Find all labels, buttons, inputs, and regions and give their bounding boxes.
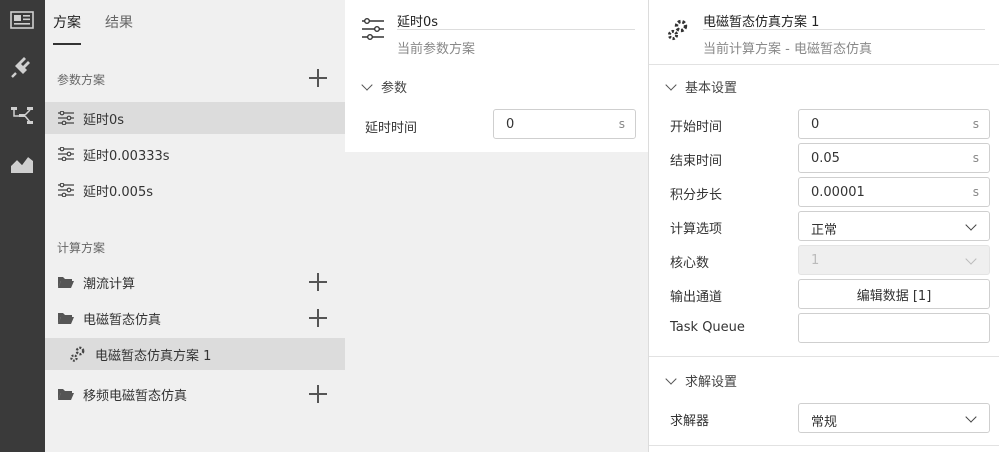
solve-settings-title: 求解设置 — [685, 375, 738, 390]
add-param-icon[interactable] — [309, 69, 327, 87]
calc-scheme-subtitle: 当前计算方案 - 电磁暂态仿真 — [703, 42, 872, 57]
solver-value: 常规 — [811, 415, 838, 430]
calc-section-title: 计算方案 — [57, 241, 106, 255]
start-time-value: 0 — [811, 117, 820, 132]
solve-settings-toggle[interactable]: 求解设置 — [665, 371, 738, 390]
calc-item-label: 电磁暂态仿真方案 1 — [95, 348, 212, 364]
task-queue-label: Task Queue — [670, 320, 745, 335]
active-tab-indicator — [53, 43, 81, 45]
divider — [649, 445, 999, 446]
param-item-label: 延时0.00333s — [83, 148, 170, 164]
end-time-input[interactable]: 0.05 s — [798, 143, 990, 173]
chevron-down-icon — [965, 253, 977, 265]
calc-scheme-title[interactable]: 电磁暂态仿真方案 1 — [703, 11, 819, 30]
param-item-label: 延时0s — [83, 112, 125, 128]
diagram-icon[interactable] — [9, 105, 35, 127]
plug-icon[interactable] — [9, 57, 35, 79]
param-item-2[interactable]: 延时0.005s — [45, 174, 345, 206]
title-underline — [397, 29, 635, 30]
add-powerflow-icon[interactable] — [309, 273, 327, 291]
param-detail-panel: 延时0s 当前参数方案 参数 延时时间 0 s — [345, 0, 649, 452]
end-time-value: 0.05 — [811, 151, 840, 166]
scheme-panel: 方案 结果 参数方案 延时0s 延时0.00333s 延时0.005s 计算方案… — [45, 0, 345, 452]
calc-item-emt-scheme-1[interactable]: 电磁暂态仿真方案 1 — [45, 338, 345, 370]
basic-settings-title: 基本设置 — [685, 81, 738, 96]
task-queue-input[interactable] — [798, 313, 990, 343]
tab-scheme[interactable]: 方案 — [53, 12, 81, 32]
news-icon[interactable] — [9, 9, 35, 31]
calc-option-label: 计算选项 — [670, 222, 723, 237]
solver-select[interactable]: 常规 — [798, 403, 990, 433]
chevron-down-icon — [665, 78, 677, 91]
tab-bar: 方案 结果 — [45, 0, 345, 48]
folder-open-icon — [57, 274, 75, 290]
calc-item-emt[interactable]: 电磁暂态仿真 — [45, 302, 345, 334]
icon-rail — [0, 0, 45, 452]
delay-time-unit: s — [618, 117, 625, 131]
calc-item-powerflow[interactable]: 潮流计算 — [45, 266, 345, 298]
delay-time-value: 0 — [506, 117, 515, 132]
chevron-down-icon — [965, 411, 977, 423]
end-time-unit: s — [972, 151, 979, 165]
chevron-down-icon — [965, 219, 977, 231]
delay-time-input[interactable]: 0 s — [493, 109, 636, 139]
param-group-title: 参数 — [381, 81, 408, 96]
param-item-1[interactable]: 延时0.00333s — [45, 138, 345, 170]
cores-value: 1 — [811, 253, 820, 268]
step-size-unit: s — [972, 185, 979, 199]
chevron-down-icon — [361, 78, 373, 91]
sliders-icon — [57, 146, 75, 162]
folder-open-icon — [57, 386, 75, 402]
calc-item-freqshift-emt[interactable]: 移频电磁暂态仿真 — [45, 378, 345, 410]
sliders-icon — [57, 110, 75, 126]
title-underline — [703, 29, 985, 30]
output-channel-label: 输出通道 — [670, 290, 723, 305]
param-scheme-title[interactable]: 延时0s — [397, 11, 438, 30]
calc-option-select[interactable]: 正常 — [798, 211, 990, 241]
param-item-0[interactable]: 延时0s — [45, 102, 345, 134]
calc-detail-panel: 电磁暂态仿真方案 1 当前计算方案 - 电磁暂态仿真 基本设置 开始时间 0 s… — [649, 0, 999, 452]
chevron-down-icon — [665, 372, 677, 385]
calc-item-label: 潮流计算 — [83, 276, 136, 292]
divider — [649, 64, 999, 65]
param-group-toggle[interactable]: 参数 — [361, 77, 408, 96]
param-item-label: 延时0.005s — [83, 184, 153, 200]
cores-label: 核心数 — [670, 256, 710, 271]
end-time-label: 结束时间 — [670, 154, 723, 169]
calc-item-label: 移频电磁暂态仿真 — [83, 388, 188, 404]
gears-icon — [665, 17, 691, 43]
step-size-input[interactable]: 0.00001 s — [798, 177, 990, 207]
start-time-input[interactable]: 0 s — [798, 109, 990, 139]
param-section-title: 参数方案 — [57, 73, 106, 87]
add-emt-icon[interactable] — [309, 309, 327, 327]
param-scheme-subtitle: 当前参数方案 — [397, 42, 476, 57]
edit-data-button[interactable]: 编辑数据 [1] — [798, 279, 990, 309]
delay-time-label: 延时时间 — [365, 121, 418, 136]
start-time-label: 开始时间 — [670, 120, 723, 135]
start-time-unit: s — [972, 117, 979, 131]
add-freqshift-icon[interactable] — [309, 385, 327, 403]
calc-item-label: 电磁暂态仿真 — [83, 312, 162, 328]
tab-result[interactable]: 结果 — [105, 12, 133, 32]
calc-option-value: 正常 — [811, 223, 838, 238]
gears-icon — [69, 346, 87, 362]
basic-settings-toggle[interactable]: 基本设置 — [665, 77, 738, 96]
step-size-label: 积分步长 — [670, 188, 723, 203]
sliders-icon — [361, 18, 387, 44]
chart-icon[interactable] — [9, 153, 35, 175]
cores-select: 1 — [798, 245, 990, 275]
solver-label: 求解器 — [670, 414, 710, 429]
divider — [649, 356, 999, 357]
step-size-value: 0.00001 — [811, 185, 865, 200]
folder-open-icon — [57, 310, 75, 326]
sliders-icon — [57, 182, 75, 198]
